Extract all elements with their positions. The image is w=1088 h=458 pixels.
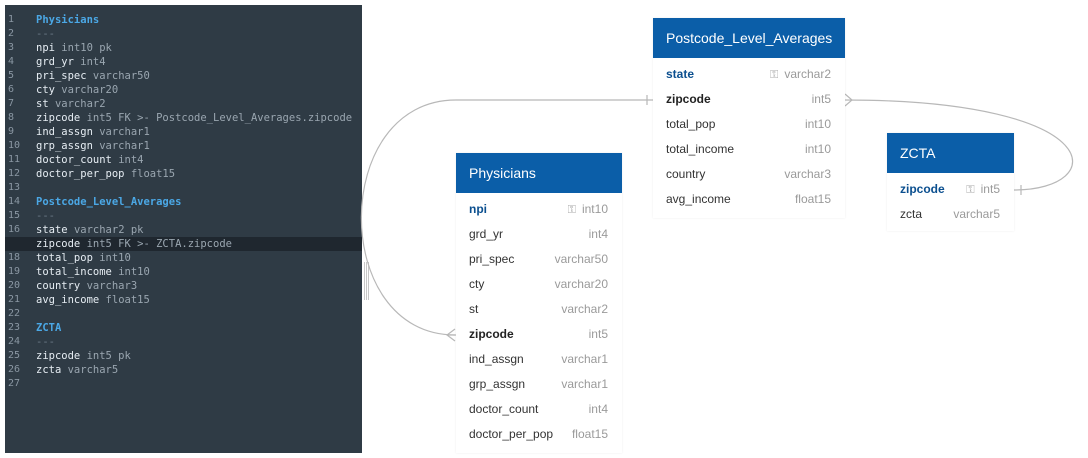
field-type-label: float15 xyxy=(571,427,608,441)
field-row-st[interactable]: st varchar2 xyxy=(456,297,622,322)
field-row-pri-spec[interactable]: pri_spec varchar50 xyxy=(456,247,622,272)
table-header[interactable]: Postcode_Level_Averages xyxy=(653,18,845,58)
field-type: varchar3 xyxy=(784,162,831,187)
field-name: doctor_count xyxy=(469,402,539,416)
field-row-total-income[interactable]: total_income int10 xyxy=(653,137,845,162)
field-type: ⚿ int5 xyxy=(966,177,1000,203)
field-name: zcta xyxy=(900,207,923,221)
field-row-cty[interactable]: cty varchar20 xyxy=(456,272,622,297)
field-type: int5 xyxy=(812,87,831,112)
field-name: npi xyxy=(469,202,487,216)
table-zcta[interactable]: ZCTA zipcode ⚿ int5 zcta varchar5 xyxy=(887,133,1014,231)
field-type-label: varchar50 xyxy=(554,252,608,266)
field-type-label: varchar1 xyxy=(561,377,608,391)
field-type-label: int10 xyxy=(804,142,831,156)
field-type: varchar2 xyxy=(561,297,608,322)
field-type: int4 xyxy=(589,222,608,247)
field-name: total_pop xyxy=(666,117,716,131)
many-end-marker xyxy=(446,328,456,342)
field-row-doctor-count[interactable]: doctor_count int4 xyxy=(456,397,622,422)
field-type-label: varchar20 xyxy=(554,277,608,291)
field-type: varchar1 xyxy=(561,372,608,397)
field-name: cty xyxy=(469,277,485,291)
field-row-npi[interactable]: npi ⚿ int10 xyxy=(456,197,622,222)
field-name: zipcode xyxy=(900,182,945,196)
table-physicians[interactable]: Physicians npi ⚿ int10 grd_yr int4 pri_spec va… xyxy=(456,153,622,453)
field-type-label: int10 xyxy=(804,117,831,131)
key-icon: ⚿ xyxy=(567,204,576,216)
field-name: state xyxy=(666,67,695,81)
field-type: varchar1 xyxy=(561,347,608,372)
table-header[interactable]: Physicians xyxy=(456,153,622,193)
field-row-total-pop[interactable]: total_pop int10 xyxy=(653,112,845,137)
field-type: varchar50 xyxy=(555,247,608,272)
field-type: float15 xyxy=(572,422,608,447)
field-name: st xyxy=(469,302,479,316)
field-type-label: varchar1 xyxy=(561,352,608,366)
field-type: int4 xyxy=(589,397,608,422)
field-row-zcta[interactable]: zcta varchar5 xyxy=(887,202,1014,227)
field-name: zipcode xyxy=(469,327,514,341)
field-row-ind-assgn[interactable]: ind_assgn varchar1 xyxy=(456,347,622,372)
table-header[interactable]: ZCTA xyxy=(887,133,1014,173)
field-type-label: int10 xyxy=(581,202,608,216)
field-type: int10 xyxy=(805,112,831,137)
field-row-state[interactable]: state ⚿ varchar2 xyxy=(653,62,845,87)
field-type-label: int4 xyxy=(588,227,608,241)
field-name: grp_assgn xyxy=(469,377,526,391)
app-window: 1234567891011121314151617181920212223242… xyxy=(0,0,1088,458)
field-type: ⚿ varchar2 xyxy=(770,62,831,88)
field-type-label: int4 xyxy=(588,402,608,416)
field-type-label: float15 xyxy=(794,192,831,206)
field-row-grp-assgn[interactable]: grp_assgn varchar1 xyxy=(456,372,622,397)
field-type-label: int5 xyxy=(811,92,831,106)
field-name: country xyxy=(666,167,706,181)
field-type: float15 xyxy=(795,187,831,212)
field-row-grd-yr[interactable]: grd_yr int4 xyxy=(456,222,622,247)
field-row-doctor-per-pop[interactable]: doctor_per_pop float15 xyxy=(456,422,622,447)
field-name: doctor_per_pop xyxy=(469,427,554,441)
field-name: zipcode xyxy=(666,92,711,106)
field-name: ind_assgn xyxy=(469,352,524,366)
field-type-label: int5 xyxy=(588,327,608,341)
field-name: grd_yr xyxy=(469,227,504,241)
field-type-label: varchar2 xyxy=(784,67,831,81)
field-name: total_income xyxy=(666,142,735,156)
field-type-label: varchar2 xyxy=(561,302,608,316)
field-row-country[interactable]: country varchar3 xyxy=(653,162,845,187)
field-type-label: varchar3 xyxy=(784,167,831,181)
field-row-zipcode[interactable]: zipcode int5 xyxy=(456,322,622,347)
field-type: int5 xyxy=(589,322,608,347)
table-postcode-level-averages[interactable]: Postcode_Level_Averages state ⚿ varchar2 zi… xyxy=(653,18,845,218)
key-icon: ⚿ xyxy=(966,184,975,196)
field-type-label: varchar5 xyxy=(953,207,1000,221)
field-type: varchar20 xyxy=(555,272,608,297)
field-name: pri_spec xyxy=(469,252,515,266)
field-row-zipcode[interactable]: zipcode ⚿ int5 xyxy=(887,177,1014,202)
field-type-label: int5 xyxy=(980,182,1000,196)
field-type: int10 xyxy=(805,137,831,162)
key-icon: ⚿ xyxy=(769,69,779,81)
field-type: varchar5 xyxy=(953,202,1000,227)
field-row-zipcode[interactable]: zipcode int5 xyxy=(653,87,845,112)
field-row-avg-income[interactable]: avg_income float15 xyxy=(653,187,845,212)
field-type: ⚿ int10 xyxy=(568,197,608,223)
field-name: avg_income xyxy=(666,192,731,206)
